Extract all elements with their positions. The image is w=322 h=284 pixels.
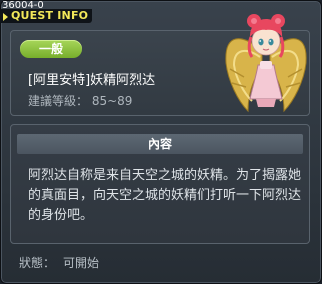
level-label: 建議等級： bbox=[28, 94, 89, 108]
category-badge: 一般 bbox=[20, 40, 82, 58]
quest-description: 阿烈达自称是来自天空之城的妖精。为了揭露她的真面目，向天空之城的妖精们打听一下阿… bbox=[28, 168, 302, 223]
status-value: 可開始 bbox=[63, 256, 100, 270]
window-title: QUEST INFO bbox=[11, 9, 89, 22]
status-label: 狀態： bbox=[19, 256, 56, 270]
quest-name: [阿里安特]妖精阿烈达 bbox=[28, 73, 156, 88]
quest-status: 狀態： 可開始 bbox=[19, 254, 99, 271]
content-header: 內容 bbox=[17, 134, 303, 154]
fairy-portrait-icon bbox=[225, 14, 307, 113]
recommended-level: 建議等級： 85~89 bbox=[28, 92, 132, 109]
level-range: 85~89 bbox=[91, 94, 133, 108]
title-arrow-icon bbox=[3, 13, 8, 21]
